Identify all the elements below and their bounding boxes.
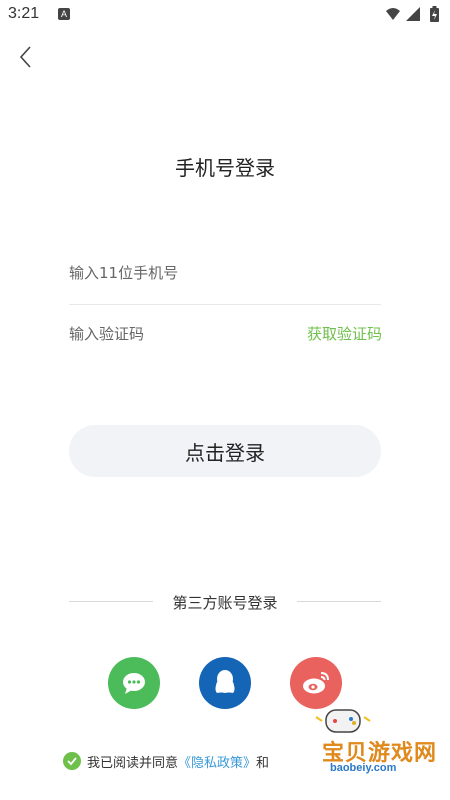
status-icons (386, 6, 439, 22)
page-title: 手机号登录 (175, 156, 275, 180)
watermark-domain: baobeiy.com (330, 762, 397, 774)
privacy-policy-link[interactable]: 《隐私政策》 (178, 756, 256, 771)
status-time: 3:21 (8, 5, 40, 22)
wifi-icon (386, 8, 400, 20)
qq-icon (215, 670, 235, 693)
agreement-prefix: 我已阅读并同意 (87, 756, 179, 771)
weibo-login-button[interactable] (290, 657, 342, 709)
agree-checkbox[interactable] (63, 752, 81, 770)
weibo-icon (303, 672, 329, 694)
gamepad-icon (315, 709, 371, 733)
chevron-left-icon (19, 46, 31, 68)
agreement-connector: 和 (256, 756, 270, 771)
divider-left (69, 601, 153, 602)
input-divider (69, 304, 381, 305)
wechat-icon (123, 673, 145, 694)
qq-login-button[interactable] (199, 657, 251, 709)
phone-input[interactable] (69, 258, 381, 288)
signal-icon (406, 7, 420, 21)
third-party-login-label: 第三方账号登录 (172, 594, 278, 612)
divider-right (297, 601, 381, 602)
get-code-button[interactable]: 获取验证码 (290, 323, 382, 344)
wechat-login-button[interactable] (108, 657, 160, 709)
verification-code-input[interactable] (69, 319, 269, 349)
check-icon (67, 757, 77, 766)
agreement-text: 我已阅读并同意《隐私政策》和 (87, 752, 269, 771)
notification-icon: A (58, 8, 70, 20)
battery-icon (430, 6, 439, 22)
login-button[interactable]: 点击登录 (69, 425, 381, 477)
back-button[interactable] (12, 42, 42, 72)
